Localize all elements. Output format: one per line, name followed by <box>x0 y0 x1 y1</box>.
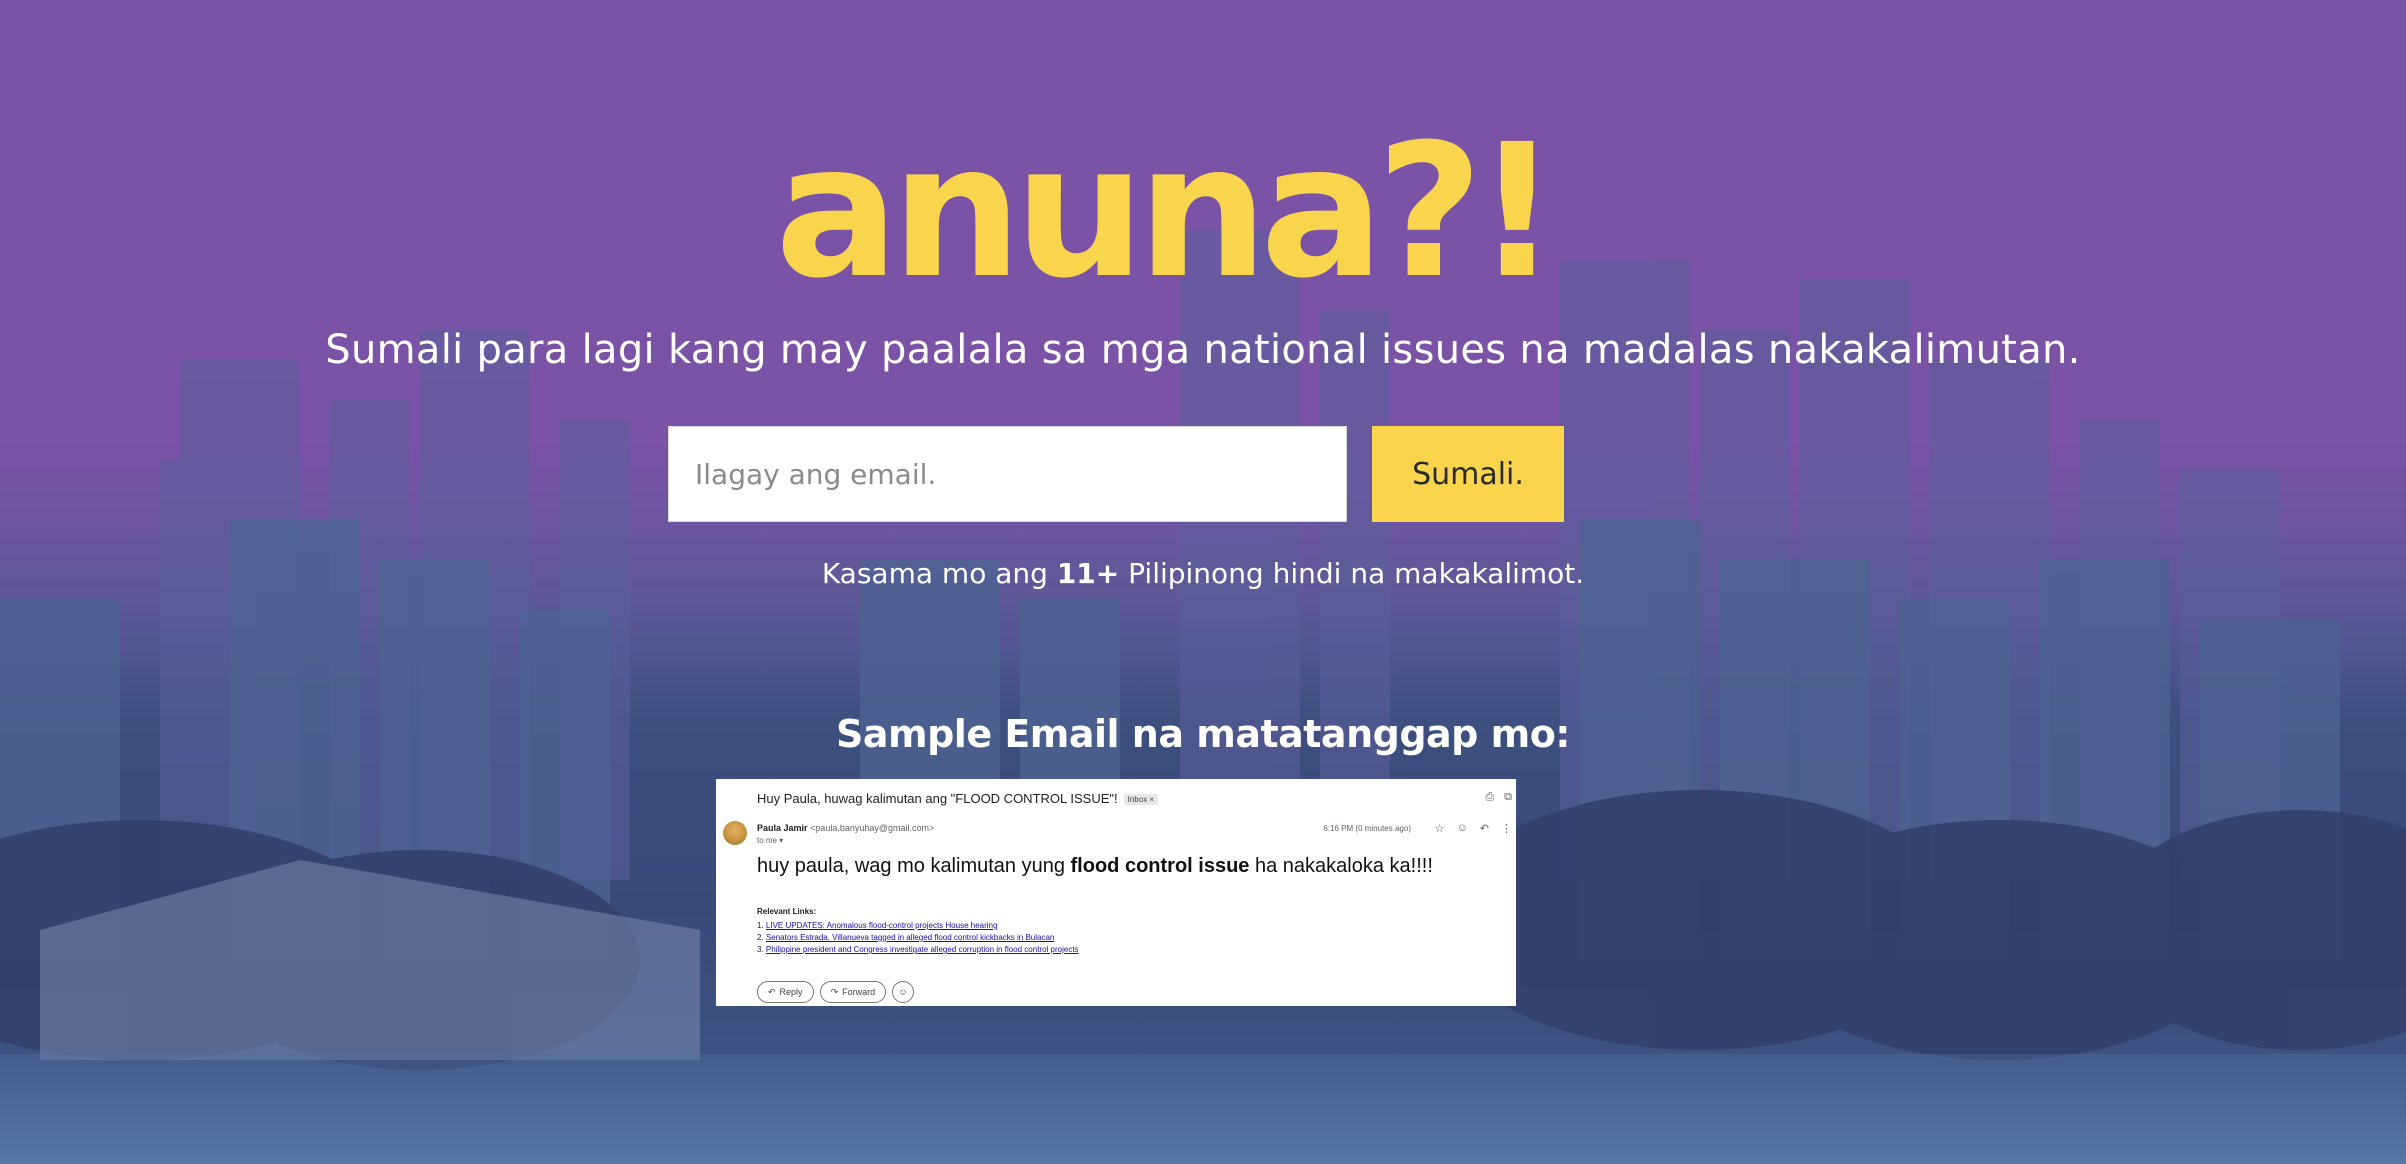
reply-label: Reply <box>779 987 803 997</box>
counter-suffix: Pilipinong hindi na makakalimot. <box>1119 557 1585 590</box>
email-recipient: to me ▾ <box>757 836 784 845</box>
join-button[interactable]: Sumali. <box>1372 426 1564 522</box>
sample-email-heading: Sample Email na matatanggap mo: <box>835 712 1571 756</box>
email-sender: Paula Jamir <paula.banyuhay@gmail.com> <box>757 823 934 833</box>
subscriber-count: 11+ <box>1056 557 1120 590</box>
hero-tagline: Sumali para lagi kang may paalala sa mga… <box>325 327 2081 373</box>
relevant-links-title: Relevant Links: <box>757 907 817 916</box>
sample-email-image: Huy Paula, huwag kalimutan ang "FLOOD CO… <box>716 779 1516 1006</box>
sender-email: <paula.banyuhay@gmail.com> <box>810 823 935 833</box>
email-body: huy paula, wag mo kalimutan yung flood c… <box>757 855 1433 878</box>
email-body-prefix: huy paula, wag mo kalimutan yung <box>757 855 1071 877</box>
email-time: 6:16 PM (0 minutes ago) <box>1323 824 1411 833</box>
email-top-icons: ⎙ ⧉ <box>1485 791 1512 804</box>
relevant-links-list: 1. LIVE UPDATES: Anomalous flood-control… <box>757 920 1079 956</box>
sender-avatar <box>723 821 747 845</box>
relevant-link: LIVE UPDATES: Anomalous flood-control pr… <box>765 921 998 930</box>
email-actions: ☆ ☺ ↶ ⋮ <box>1435 822 1512 835</box>
email-input[interactable] <box>668 426 1347 522</box>
print-icon: ⎙ <box>1485 791 1495 803</box>
subscriber-counter: Kasama mo ang 11+ Pilipinong hindi na ma… <box>0 550 2406 598</box>
link-number: 3. <box>757 945 764 954</box>
email-subject-text: Huy Paula, huwag kalimutan ang "FLOOD CO… <box>757 791 1118 806</box>
relevant-link: Philippine president and Congress invest… <box>765 945 1079 954</box>
counter-prefix: Kasama mo ang <box>821 557 1057 590</box>
link-item: 2. Senators Estrada, Villanueva tagged i… <box>757 932 1079 944</box>
emoji-icon: ☺ <box>898 987 908 997</box>
reply-icon: ↶ <box>768 986 776 997</box>
emoji-icon: ☺ <box>1456 822 1468 834</box>
email-reply-buttons: ↶ Reply ↷ Forward ☺ <box>757 981 915 1003</box>
emoji-react-pill: ☺ <box>892 981 915 1003</box>
forward-pill: ↷ Forward <box>819 981 887 1003</box>
link-number: 2. <box>757 933 764 942</box>
inbox-label: Inbox × <box>1123 794 1159 806</box>
relevant-link: Senators Estrada, Villanueva tagged in a… <box>765 933 1055 942</box>
email-body-bold: flood control issue <box>1070 855 1250 877</box>
brand-logo: anuna?! <box>775 105 1559 319</box>
forward-label: Forward <box>842 987 876 997</box>
reply-icon: ↶ <box>1479 823 1489 835</box>
forward-icon: ↷ <box>830 986 839 997</box>
email-subject: Huy Paula, huwag kalimutan ang "FLOOD CO… <box>757 791 1159 806</box>
link-item: 3. Philippine president and Congress inv… <box>757 944 1079 956</box>
star-icon: ☆ <box>1434 823 1445 835</box>
link-item: 1. LIVE UPDATES: Anomalous flood-control… <box>757 920 1079 932</box>
open-new-window-icon: ⧉ <box>1504 791 1512 803</box>
reply-pill: ↶ Reply <box>757 981 814 1003</box>
sender-name: Paula Jamir <box>757 823 808 833</box>
link-number: 1. <box>757 921 764 930</box>
more-icon: ⋮ <box>1501 823 1512 835</box>
email-body-suffix: ha nakakaloka ka!!!! <box>1249 855 1433 877</box>
